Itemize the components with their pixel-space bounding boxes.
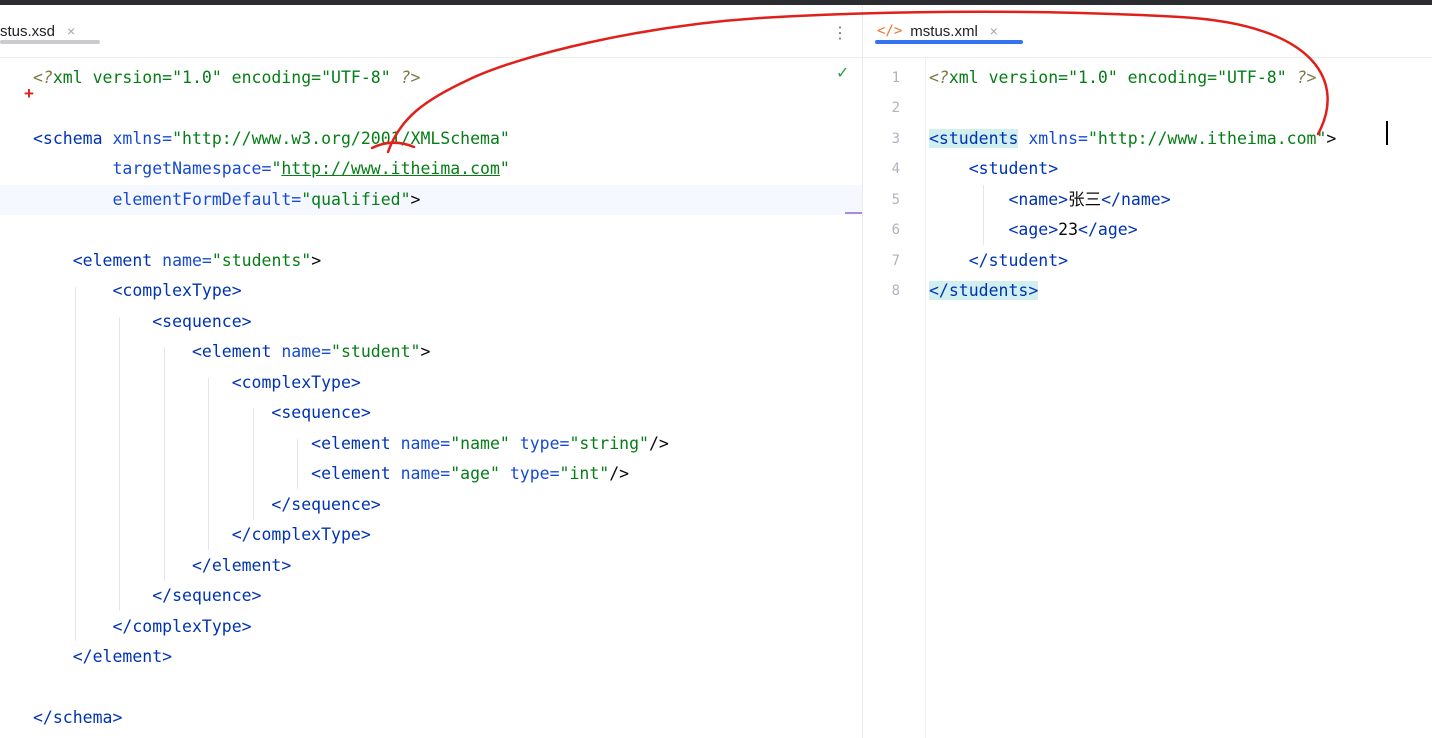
editor-pane-xsd[interactable]: stus.xsd × ⋮ <?xml version="1.0" encodin…: [0, 5, 862, 738]
tab-bar-left: stus.xsd × ⋮: [0, 5, 862, 58]
code-area-xml[interactable]: 1 <?xml version="1.0" encoding="UTF-8" ?>…: [863, 57, 1432, 738]
code-line: 6 <age>23</age>: [863, 215, 1432, 245]
code-line: </element>: [191, 556, 292, 575]
tab-mstus-xml[interactable]: </> mstus.xml ×: [875, 19, 1023, 44]
tab-bar-right: </> mstus.xml ×: [863, 5, 1432, 58]
tab-label: stus.xsd: [0, 22, 56, 40]
code-line: <element name="student">: [191, 342, 431, 361]
code-line: <element name="age" type="int"/>: [311, 464, 630, 483]
code-line: </schema>: [33, 708, 123, 727]
code-line: 5 <name>张三</name>: [863, 185, 1432, 215]
code-line: <element name="students">: [72, 251, 322, 270]
more-options-icon[interactable]: ⋮: [832, 23, 848, 43]
line-number: 3: [891, 131, 900, 147]
line-number: 4: [891, 161, 900, 177]
close-icon[interactable]: ×: [990, 23, 998, 39]
line-number: 7: [891, 253, 900, 269]
tab-underline: [0, 40, 100, 44]
line-number: 6: [891, 222, 900, 238]
tab-active-underline: [875, 40, 1023, 44]
plus-icon: +: [24, 84, 34, 103]
line-number: 8: [891, 283, 900, 299]
editor-pane-xml[interactable]: </> mstus.xml × 1 <?xml version="1.0" enc…: [863, 5, 1432, 738]
code-line: <element name="name" type="string"/>: [311, 434, 669, 453]
tab-stus-xsd[interactable]: stus.xsd ×: [0, 19, 100, 44]
code-line: targetNamespace="http://www.itheima.com": [112, 159, 510, 178]
code-line-current: elementFormDefault="qualified">: [0, 185, 862, 215]
tab-label: mstus.xml: [910, 22, 978, 40]
line-number: 2: [891, 100, 900, 116]
code-line: <complexType>: [231, 373, 361, 392]
gutter-separator: [925, 57, 926, 738]
code-line: <complexType>: [112, 281, 242, 300]
code-line: 4 <student>: [863, 154, 1432, 184]
xml-file-icon: </>: [877, 23, 903, 39]
check-icon[interactable]: ✓: [836, 63, 849, 83]
code-line: </complexType>: [231, 525, 371, 544]
code-line: 2: [863, 93, 1432, 123]
code-line: <sequence>: [271, 403, 371, 422]
code-line: </complexType>: [112, 617, 252, 636]
code-line: 7 </student>: [863, 246, 1432, 276]
text-caret: [1386, 121, 1388, 145]
code-line: <schema xmlns="http://www.w3.org/2001/XM…: [33, 129, 510, 148]
code-line-current: 3 <students xmlns="http://www.itheima.com…: [863, 124, 1432, 154]
change-marker: [845, 212, 862, 214]
code-line: </element>: [72, 647, 173, 666]
line-number: 1: [891, 70, 900, 86]
line-number: 5: [891, 192, 900, 208]
code-line: </sequence>: [152, 586, 262, 605]
code-line: <sequence>: [152, 312, 252, 331]
code-line: </sequence>: [271, 495, 381, 514]
code-area-xsd[interactable]: <?xml version="1.0" encoding="UTF-8" ?> …: [0, 57, 862, 738]
code-line: 1 <?xml version="1.0" encoding="UTF-8" ?>: [863, 63, 1432, 93]
code-line: 8 </students>: [863, 276, 1432, 306]
code-line: <?xml version="1.0" encoding="UTF-8" ?>: [33, 68, 421, 87]
close-icon[interactable]: ×: [67, 23, 75, 39]
